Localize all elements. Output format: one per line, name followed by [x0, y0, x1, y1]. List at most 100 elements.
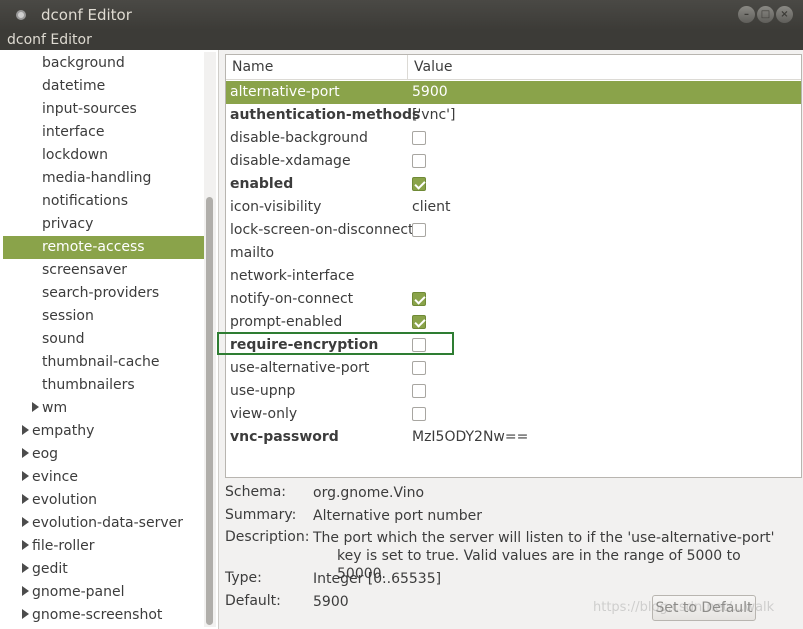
default-label: Default:	[225, 593, 281, 609]
expander-arrow-icon[interactable]	[32, 402, 39, 412]
tree-item-evolution[interactable]: evolution	[3, 489, 204, 512]
key-name: vnc-password	[230, 429, 339, 445]
value-checkbox[interactable]	[412, 384, 426, 398]
schema-value: org.gnome.Vino	[313, 485, 425, 501]
expander-arrow-icon[interactable]	[22, 609, 29, 619]
tree-item-label: evolution	[32, 492, 98, 508]
table-row[interactable]: network-interface	[226, 265, 801, 288]
tree-item-screensaver[interactable]: screensaver	[3, 259, 204, 282]
expander-arrow-icon[interactable]	[22, 517, 29, 527]
table-row[interactable]: prompt-enabled	[226, 311, 801, 334]
tree-item-lockdown[interactable]: lockdown	[3, 144, 204, 167]
table-row[interactable]: vnc-password MzI5ODY2Nw==	[226, 426, 801, 449]
table-row[interactable]: require-encryption	[226, 334, 801, 357]
tree-item-label: thumbnailers	[42, 377, 135, 393]
table-row[interactable]: lock-screen-on-disconnect	[226, 219, 801, 242]
tree-item-search-providers[interactable]: search-providers	[3, 282, 204, 305]
tree-item-evolution-data-server[interactable]: evolution-data-server	[3, 512, 204, 535]
tree-item-label: gnome-panel	[32, 584, 125, 600]
table-row[interactable]: disable-xdamage	[226, 150, 801, 173]
value-checkbox[interactable]	[412, 131, 426, 145]
tree-item-privacy[interactable]: privacy	[3, 213, 204, 236]
table-row[interactable]: notify-on-connect	[226, 288, 801, 311]
sidebar-scrollbar[interactable]	[204, 52, 216, 627]
tree-item-label: eog	[32, 446, 59, 462]
expander-arrow-icon[interactable]	[22, 494, 29, 504]
maximize-icon[interactable]: □	[757, 6, 774, 23]
tree-item-evince[interactable]: evince	[3, 466, 204, 489]
close-icon[interactable]: ×	[776, 6, 793, 23]
value-checkbox[interactable]	[412, 338, 426, 352]
app-menu[interactable]: dconf Editor	[7, 32, 92, 48]
table-row[interactable]: use-alternative-port	[226, 357, 801, 380]
key-name: notify-on-connect	[230, 291, 354, 307]
tree-item-label: input-sources	[42, 101, 137, 117]
column-header-name[interactable]: Name	[226, 55, 408, 80]
table-row[interactable]: alternative-port 5900	[226, 81, 801, 104]
key-name: disable-xdamage	[230, 153, 351, 169]
menu-bar: dconf Editor	[0, 30, 803, 50]
column-header-value[interactable]: Value	[408, 55, 801, 80]
tree-item-thumbnail-cache[interactable]: thumbnail-cache	[3, 351, 204, 374]
expander-arrow-icon[interactable]	[22, 563, 29, 573]
expander-arrow-icon[interactable]	[22, 471, 29, 481]
tree-item-file-roller[interactable]: file-roller	[3, 535, 204, 558]
value-checkbox[interactable]	[412, 292, 426, 306]
tree-item-eog[interactable]: eog	[3, 443, 204, 466]
tree-item-sound[interactable]: sound	[3, 328, 204, 351]
table-row[interactable]: authentication-methods ['vnc']	[226, 104, 801, 127]
tree-item-label: session	[42, 308, 94, 324]
tree-item-background[interactable]: background	[3, 52, 204, 75]
tree-item-gnome-screenshot[interactable]: gnome-screenshot	[3, 604, 204, 627]
summary-label: Summary:	[225, 507, 297, 523]
value-checkbox[interactable]	[412, 223, 426, 237]
key-name: lock-screen-on-disconnect	[230, 222, 414, 238]
sidebar-scrollbar-thumb[interactable]	[206, 197, 213, 625]
description-label: Description:	[225, 529, 310, 545]
expander-arrow-icon[interactable]	[22, 540, 29, 550]
tree-item-session[interactable]: session	[3, 305, 204, 328]
key-value[interactable]: 5900	[412, 81, 448, 104]
tree-item-gedit[interactable]: gedit	[3, 558, 204, 581]
tree-item-label: lockdown	[42, 147, 109, 163]
table-row[interactable]: icon-visibility client	[226, 196, 801, 219]
value-checkbox[interactable]	[412, 361, 426, 375]
expander-arrow-icon[interactable]	[22, 425, 29, 435]
value-checkbox[interactable]	[412, 177, 426, 191]
tree-item-label: interface	[42, 124, 105, 140]
key-value[interactable]: MzI5ODY2Nw==	[412, 426, 528, 449]
tree-item-label: search-providers	[42, 285, 160, 301]
value-checkbox[interactable]	[412, 154, 426, 168]
tree-item-gnome-panel[interactable]: gnome-panel	[3, 581, 204, 604]
tree-item-label: screensaver	[42, 262, 128, 278]
tree-item-notifications[interactable]: notifications	[3, 190, 204, 213]
value-checkbox[interactable]	[412, 407, 426, 421]
table-row[interactable]: view-only	[226, 403, 801, 426]
table-row[interactable]: use-upnp	[226, 380, 801, 403]
tree-item-datetime[interactable]: datetime	[3, 75, 204, 98]
key-name: alternative-port	[230, 84, 340, 100]
key-name: enabled	[230, 176, 294, 192]
key-name: disable-background	[230, 130, 368, 146]
title-bar: dconf Editor – □ ×	[0, 0, 803, 30]
key-name: authentication-methods	[230, 107, 421, 123]
tree-item-interface[interactable]: interface	[3, 121, 204, 144]
tree-item-wm[interactable]: wm	[3, 397, 204, 420]
expander-arrow-icon[interactable]	[22, 586, 29, 596]
keys-table: Name Value alternative-port 5900 authentic…	[225, 54, 802, 478]
tree-item-media-handling[interactable]: media-handling	[3, 167, 204, 190]
tree-item-input-sources[interactable]: input-sources	[3, 98, 204, 121]
table-row[interactable]: enabled	[226, 173, 801, 196]
minimize-icon[interactable]: –	[738, 6, 755, 23]
key-value[interactable]: ['vnc']	[412, 104, 455, 127]
key-value[interactable]: client	[412, 196, 450, 219]
expander-arrow-icon[interactable]	[22, 448, 29, 458]
tree-item-remote-access[interactable]: remote-access	[3, 236, 204, 259]
tree-item-label: wm	[42, 400, 68, 416]
table-row[interactable]: mailto	[226, 242, 801, 265]
tree-item-label: thumbnail-cache	[42, 354, 160, 370]
tree-item-thumbnailers[interactable]: thumbnailers	[3, 374, 204, 397]
tree-item-empathy[interactable]: empathy	[3, 420, 204, 443]
value-checkbox[interactable]	[412, 315, 426, 329]
table-row[interactable]: disable-background	[226, 127, 801, 150]
